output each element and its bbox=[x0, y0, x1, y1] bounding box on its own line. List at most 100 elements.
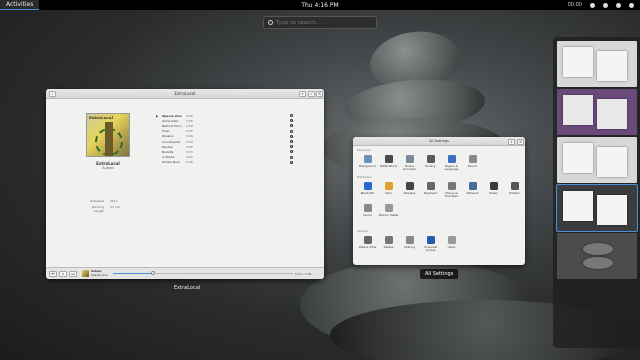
settings-item-universal-access[interactable]: Universal Access bbox=[420, 233, 441, 255]
background-icon bbox=[363, 155, 372, 163]
music-window-caption: ExtraLocal bbox=[174, 285, 201, 291]
volume-icon[interactable] bbox=[616, 2, 621, 8]
search-box[interactable] bbox=[263, 16, 377, 29]
settings-item-label: Bluetooth bbox=[360, 191, 375, 195]
workspace-window-preview bbox=[583, 257, 613, 269]
settings-window[interactable]: All Settings ⌕ × Personal Background Noti… bbox=[353, 137, 525, 265]
bluetooth-icon bbox=[363, 182, 372, 190]
power-icon[interactable] bbox=[629, 2, 634, 8]
settings-item-printers[interactable]: Printers bbox=[504, 179, 525, 201]
settings-item-label: Universal Access bbox=[423, 245, 438, 252]
activities-button[interactable]: Activities bbox=[0, 0, 40, 10]
settings-item-label: Search bbox=[467, 164, 478, 168]
settings-item-date-time[interactable]: Date & Time bbox=[357, 233, 378, 255]
play-pause-button[interactable]: ⏸ bbox=[59, 270, 67, 277]
settings-item-label: Sound bbox=[363, 213, 372, 217]
select-button[interactable]: ✓ bbox=[308, 91, 315, 97]
star-icon[interactable] bbox=[290, 160, 293, 164]
progress-slider[interactable] bbox=[113, 271, 293, 276]
settings-window-caption: All Settings bbox=[420, 269, 459, 279]
sharing-icon bbox=[405, 236, 414, 244]
top-bar: Activities Thu 4:16 PM 00:00 bbox=[0, 0, 640, 10]
hardware-grid: Bluetooth Color Displays Keyboard Mouse & To… bbox=[357, 179, 525, 223]
power-icon bbox=[489, 182, 498, 190]
progress-knob[interactable] bbox=[150, 271, 155, 276]
workspace-window-preview bbox=[563, 47, 593, 77]
close-button[interactable]: × bbox=[316, 91, 323, 97]
settings-item-label: Date & Time bbox=[358, 245, 377, 249]
workspace-thumbnail[interactable] bbox=[557, 137, 637, 183]
status-time: 00:00 bbox=[567, 2, 582, 8]
music-window-title: ExtraLocal bbox=[174, 91, 196, 96]
settings-item-mouse-touchpad[interactable]: Mouse & Touchpad bbox=[441, 179, 462, 201]
previous-button[interactable]: ⏮ bbox=[49, 270, 57, 277]
workspace-thumbnail[interactable] bbox=[556, 184, 638, 232]
workspace-window-preview bbox=[563, 95, 593, 125]
workspace-thumbnail[interactable] bbox=[557, 233, 637, 279]
settings-item-search[interactable]: Search bbox=[462, 152, 483, 174]
clock[interactable]: Thu 4:16 PM bbox=[301, 2, 338, 9]
settings-item-wacom-tablet[interactable]: Wacom Tablet bbox=[378, 201, 399, 223]
settings-item-displays[interactable]: Displays bbox=[399, 179, 420, 201]
network-icon[interactable] bbox=[603, 2, 608, 8]
settings-item-power[interactable]: Power bbox=[483, 179, 504, 201]
settings-item-label: Region & Language bbox=[444, 164, 459, 171]
settings-item-online-accounts[interactable]: Online Accounts bbox=[399, 152, 420, 174]
next-button[interactable]: ⏭ bbox=[69, 270, 77, 277]
star-icon[interactable] bbox=[290, 134, 293, 138]
system-status-area[interactable]: 00:00 bbox=[568, 0, 634, 10]
settings-item-notifications[interactable]: Notifications bbox=[378, 152, 399, 174]
search-button[interactable]: ⌕ bbox=[508, 138, 515, 145]
close-button[interactable]: × bbox=[517, 138, 524, 145]
settings-item-label: Sharing bbox=[404, 245, 415, 249]
settings-item-background[interactable]: Background bbox=[357, 152, 378, 174]
workspace-thumbnail[interactable] bbox=[557, 89, 637, 135]
settings-item-bluetooth[interactable]: Bluetooth bbox=[357, 179, 378, 201]
users-icon bbox=[447, 236, 456, 244]
network-icon bbox=[468, 182, 477, 190]
settings-item-privacy[interactable]: Privacy bbox=[420, 152, 441, 174]
star-icon[interactable] bbox=[290, 119, 293, 123]
star-icon[interactable] bbox=[290, 155, 293, 159]
workspace-window-preview bbox=[597, 99, 627, 129]
settings-item-sharing[interactable]: Sharing bbox=[399, 233, 420, 255]
star-icon[interactable] bbox=[290, 124, 293, 128]
displays-icon bbox=[405, 182, 414, 190]
settings-item-details[interactable]: Details bbox=[378, 233, 399, 255]
settings-item-keyboard[interactable]: Keyboard bbox=[420, 179, 441, 201]
list-item[interactable]: Orders Now 1:46 bbox=[156, 160, 306, 165]
star-icon[interactable] bbox=[290, 150, 293, 154]
workspace-window-preview bbox=[563, 143, 593, 173]
settings-item-sound[interactable]: Sound bbox=[357, 201, 378, 223]
sound-icon bbox=[363, 204, 372, 212]
star-icon[interactable] bbox=[290, 129, 293, 133]
settings-header-bar: All Settings ⌕ × bbox=[353, 137, 525, 146]
star-icon[interactable] bbox=[290, 145, 293, 149]
now-playing-info: Aubais Spaces One bbox=[91, 269, 108, 277]
star-icon[interactable] bbox=[290, 140, 293, 144]
search-input[interactable] bbox=[276, 19, 376, 26]
workspace-window-preview bbox=[563, 191, 593, 221]
search-icon bbox=[468, 155, 477, 163]
workspace-window-preview bbox=[597, 147, 627, 177]
accessibility-icon[interactable] bbox=[590, 2, 595, 8]
settings-item-region-language[interactable]: Region & Language bbox=[441, 152, 462, 174]
workspace-window-preview bbox=[597, 51, 627, 81]
track-list: ▶ Spaces One 3:56 Outsudden 3:26 Natural Fo… bbox=[156, 113, 306, 165]
music-header-bar: ‹ ExtraLocal ⌕ ✓ × bbox=[46, 89, 324, 99]
settings-item-label: Privacy bbox=[425, 164, 436, 168]
settings-item-color[interactable]: Color bbox=[378, 179, 399, 201]
settings-item-label: Power bbox=[489, 191, 498, 195]
settings-item-network[interactable]: Network bbox=[462, 179, 483, 201]
system-grid: Date & Time Details Sharing Universal Acces… bbox=[357, 233, 525, 255]
search-icon bbox=[268, 20, 273, 25]
back-button[interactable]: ‹ bbox=[49, 91, 56, 97]
settings-item-users[interactable]: Users bbox=[441, 233, 462, 255]
search-button[interactable]: ⌕ bbox=[299, 91, 306, 97]
now-playing-art bbox=[82, 270, 89, 277]
music-window[interactable]: ‹ ExtraLocal ⌕ ✓ × ExtraLocal ExtraLocal… bbox=[46, 89, 324, 279]
workspace-thumbnail[interactable] bbox=[557, 41, 637, 87]
region-language-icon bbox=[447, 155, 456, 163]
star-icon[interactable] bbox=[290, 114, 293, 118]
settings-item-label: Details bbox=[383, 245, 394, 249]
